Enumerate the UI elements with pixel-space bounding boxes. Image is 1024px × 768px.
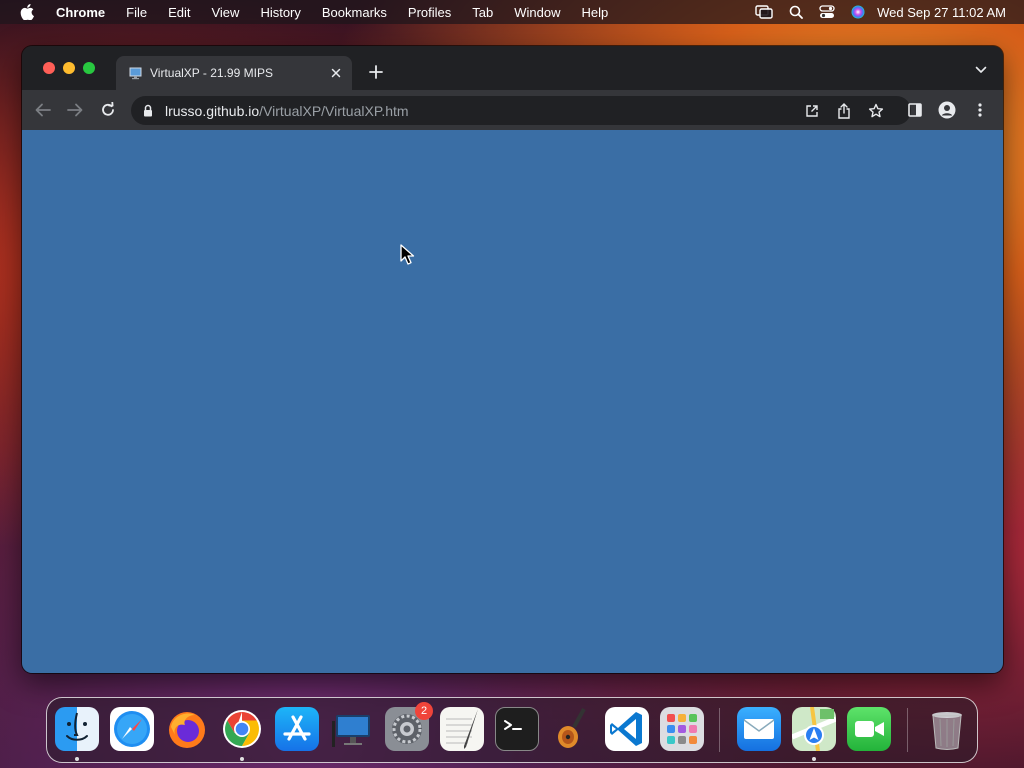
safari-icon[interactable]: [110, 707, 154, 751]
garageband-icon[interactable]: [550, 707, 594, 751]
textedit-icon[interactable]: [440, 707, 484, 751]
url-host: lrusso.github.io: [165, 102, 260, 119]
side-panel-icon[interactable]: [905, 100, 925, 120]
browser-toolbar: lrusso.github.io/VirtualXP/VirtualXP.htm: [22, 90, 1003, 130]
vscode-icon[interactable]: [605, 707, 649, 751]
address-bar[interactable]: lrusso.github.io/VirtualXP/VirtualXP.htm: [131, 96, 911, 125]
menu-bookmarks[interactable]: Bookmarks: [322, 5, 387, 20]
tab-strip: VirtualXP - 21.99 MIPS: [22, 46, 1003, 90]
menu-app-name[interactable]: Chrome: [56, 5, 105, 20]
menu-history[interactable]: History: [260, 5, 300, 20]
window-minimize-button[interactable]: [63, 62, 75, 74]
screen-mirroring-icon[interactable]: [755, 5, 773, 19]
app-store-icon[interactable]: [275, 707, 319, 751]
maps-running-indicator: [812, 757, 816, 761]
apple-menu-icon[interactable]: [20, 4, 34, 20]
menu-window[interactable]: Window: [514, 5, 560, 20]
more-menu-icon[interactable]: [970, 100, 990, 120]
menu-view[interactable]: View: [211, 5, 239, 20]
menu-tab[interactable]: Tab: [472, 5, 493, 20]
url-path: /VirtualXP/VirtualXP.htm: [259, 102, 409, 119]
mouse-cursor-icon: [400, 244, 415, 265]
spotlight-search-icon[interactable]: [789, 5, 804, 19]
menu-help[interactable]: Help: [582, 5, 609, 20]
tab-active[interactable]: VirtualXP - 21.99 MIPS: [116, 56, 352, 90]
notification-badge: 2: [415, 702, 433, 720]
reload-icon[interactable]: [98, 100, 118, 120]
siri-icon[interactable]: [851, 5, 865, 19]
lock-icon[interactable]: [143, 104, 155, 118]
forward-arrow-icon[interactable]: [65, 100, 85, 120]
finder-icon[interactable]: [55, 707, 99, 751]
new-tab-icon[interactable]: [366, 62, 386, 82]
remote-desktop-icon[interactable]: [330, 707, 374, 751]
computer-icon: [129, 66, 143, 80]
window-close-button[interactable]: [43, 62, 55, 74]
menu-file[interactable]: File: [126, 5, 147, 20]
window-zoom-button[interactable]: [83, 62, 95, 74]
tab-title: VirtualXP - 21.99 MIPS: [150, 66, 273, 80]
menu-edit[interactable]: Edit: [168, 5, 190, 20]
mail-icon[interactable]: [737, 707, 781, 751]
share-icon[interactable]: [835, 102, 853, 120]
dock-separator: [907, 708, 908, 752]
chrome-running-indicator: [240, 757, 244, 761]
menu-profiles[interactable]: Profiles: [408, 5, 451, 20]
menubar-clock[interactable]: Wed Sep 27 11:02 AM: [877, 5, 1006, 20]
terminal-icon[interactable]: [495, 707, 539, 751]
back-arrow-icon[interactable]: [33, 100, 53, 120]
menu-bar: Chrome File Edit View History Bookmarks …: [0, 0, 1024, 24]
control-center-icon[interactable]: [819, 5, 835, 19]
chrome-icon[interactable]: [220, 707, 264, 751]
launchpad-icon[interactable]: [660, 707, 704, 751]
firefox-icon[interactable]: [165, 707, 209, 751]
menubar-status-area: Wed Sep 27 11:02 AM: [739, 0, 1006, 24]
maps-icon[interactable]: [791, 706, 837, 752]
dock-separator: [719, 708, 720, 752]
open-in-app-icon[interactable]: [803, 102, 821, 120]
browser-window: VirtualXP - 21.99 MIPS lrusso.github.io/…: [22, 46, 1003, 673]
tab-close-icon[interactable]: [327, 64, 345, 82]
bookmark-star-icon[interactable]: [867, 102, 885, 120]
dock: 2: [46, 697, 978, 763]
profile-avatar-icon[interactable]: [937, 100, 957, 120]
finder-running-indicator: [75, 757, 79, 761]
address-url[interactable]: lrusso.github.io/VirtualXP/VirtualXP.htm: [165, 103, 409, 119]
page-content[interactable]: [22, 130, 1003, 673]
chevron-down-icon[interactable]: [973, 64, 989, 76]
facetime-icon[interactable]: [847, 707, 891, 751]
trash-icon[interactable]: [925, 707, 969, 751]
